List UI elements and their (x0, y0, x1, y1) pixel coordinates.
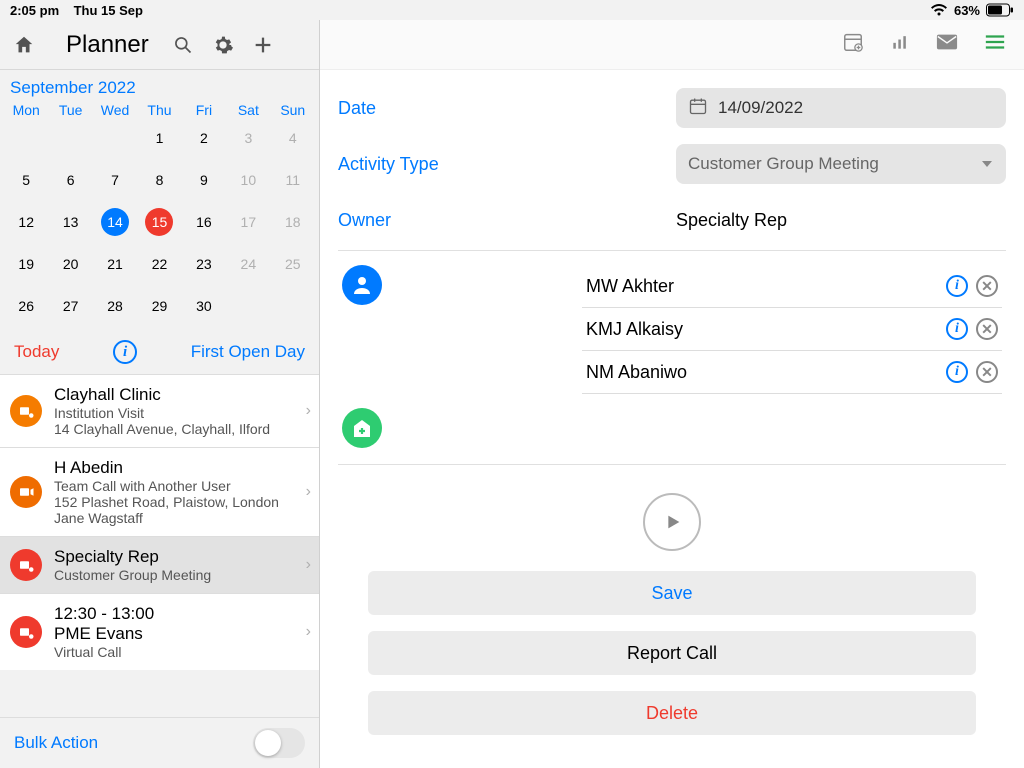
save-button[interactable]: Save (368, 571, 976, 615)
status-date: Thu 15 Sep (74, 3, 143, 18)
remove-icon[interactable]: ✕ (976, 275, 998, 297)
battery-text: 63% (954, 3, 980, 18)
home-icon[interactable] (8, 29, 40, 61)
clock: 2:05 pm (10, 3, 59, 18)
owner-value: Specialty Rep (676, 210, 1006, 231)
calendar-grid[interactable]: 1 2 3 4 5 6 7 8 9 10 11 12 13 14 15 16 1… (0, 124, 319, 330)
menu-icon[interactable] (984, 33, 1006, 56)
calendar-add-icon[interactable] (842, 31, 864, 58)
date-field[interactable]: 14/09/2022 (676, 88, 1006, 128)
weekday-header: Mon Tue Wed Thu Fri Sat Sun (0, 98, 319, 124)
date-label: Date (338, 98, 658, 119)
gear-icon[interactable] (207, 29, 239, 61)
chevron-right-icon: › (306, 483, 311, 501)
info-icon[interactable]: i (946, 275, 968, 297)
plus-icon[interactable] (247, 29, 279, 61)
page-title: Planner (66, 31, 149, 59)
first-open-day-link[interactable]: First Open Day (191, 342, 305, 362)
remove-icon[interactable]: ✕ (976, 361, 998, 383)
month-selector[interactable]: September 2022 (0, 70, 319, 98)
list-item[interactable]: 12:30 - 13:00 PME Evans Virtual Call › (0, 593, 319, 670)
list-item[interactable]: Clayhall Clinic Institution Visit 14 Cla… (0, 374, 319, 447)
list-item[interactable]: H Abedin Team Call with Another User 152… (0, 447, 319, 536)
chevron-right-icon: › (306, 556, 311, 574)
chevron-right-icon: › (306, 623, 311, 641)
bulk-action-label[interactable]: Bulk Action (14, 733, 98, 753)
events-list: Clayhall Clinic Institution Visit 14 Cla… (0, 374, 319, 717)
play-button[interactable] (643, 493, 701, 551)
battery-icon (986, 3, 1014, 17)
team-call-icon (10, 476, 42, 508)
visit-icon (10, 395, 42, 427)
activity-type-label: Activity Type (338, 154, 658, 175)
list-item-selected[interactable]: Specialty Rep Customer Group Meeting › (0, 536, 319, 593)
mail-icon[interactable] (936, 33, 958, 56)
activity-type-select[interactable]: Customer Group Meeting (676, 144, 1006, 184)
meeting-icon (10, 549, 42, 581)
add-location-icon[interactable] (342, 408, 382, 448)
calendar-day-selected: 14 (93, 208, 137, 236)
virtual-call-icon (10, 616, 42, 648)
today-link[interactable]: Today (14, 342, 59, 362)
report-call-button[interactable]: Report Call (368, 631, 976, 675)
person-icon[interactable] (342, 265, 382, 305)
person-row: KMJ Alkaisy i ✕ (582, 308, 1002, 351)
search-icon[interactable] (167, 29, 199, 61)
wifi-icon (930, 3, 948, 17)
delete-button[interactable]: Delete (368, 691, 976, 735)
info-icon[interactable]: i (946, 361, 968, 383)
calendar-day-today: 15 (137, 208, 181, 236)
person-row: NM Abaniwo i ✕ (582, 351, 1002, 394)
bulk-action-toggle[interactable] (253, 728, 305, 758)
info-icon[interactable]: i (946, 318, 968, 340)
chart-icon[interactable] (890, 32, 910, 57)
info-icon[interactable]: i (113, 340, 137, 364)
remove-icon[interactable]: ✕ (976, 318, 998, 340)
owner-label: Owner (338, 210, 658, 231)
chevron-right-icon: › (306, 402, 311, 420)
person-row: MW Akhter i ✕ (582, 265, 1002, 308)
calendar-icon (688, 96, 708, 121)
